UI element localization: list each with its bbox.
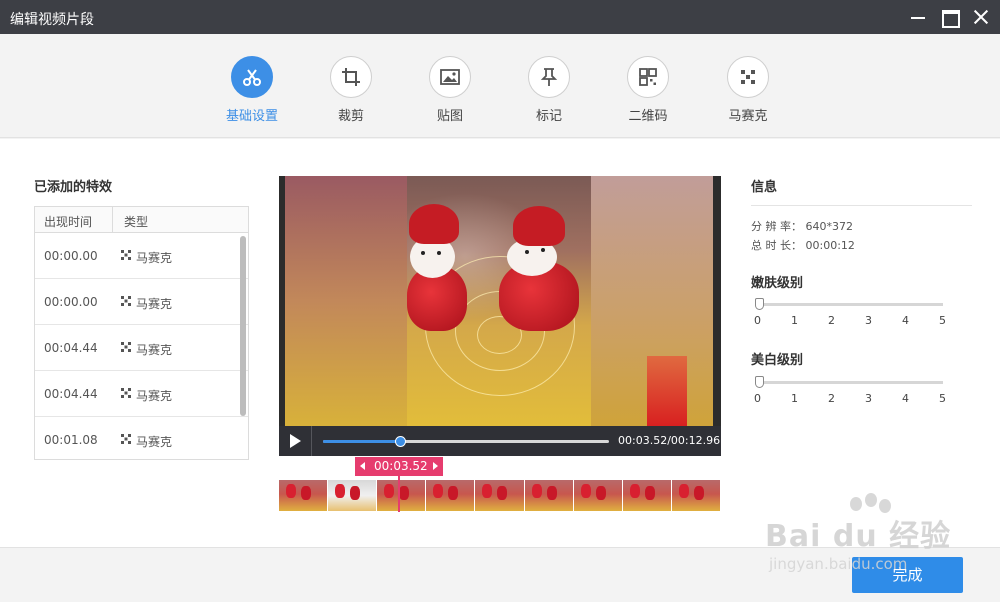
table-row[interactable]: 00:01.08 马赛克 xyxy=(35,417,248,459)
maximize-button[interactable] xyxy=(940,7,960,28)
thumbnail xyxy=(671,480,721,511)
qrcode-icon xyxy=(627,56,669,98)
minimize-button[interactable] xyxy=(908,7,928,27)
tab-qrcode[interactable]: 二维码 xyxy=(608,56,688,124)
window-title: 编辑视频片段 xyxy=(10,12,94,28)
whiten-level-slider[interactable]: 012345 xyxy=(754,376,946,408)
thumbnail xyxy=(377,480,427,511)
play-icon[interactable] xyxy=(290,434,301,448)
column-divider[interactable] xyxy=(112,207,113,233)
progress-handle[interactable] xyxy=(395,436,407,447)
timeline-playhead[interactable] xyxy=(398,476,400,512)
video-frame xyxy=(285,176,713,426)
column-header-type: 类型 xyxy=(124,215,149,229)
tab-label: 标记 xyxy=(535,109,562,124)
timeline-thumbnails[interactable] xyxy=(279,480,721,511)
row-type: 马赛克 xyxy=(136,435,173,449)
duration-value: 00:00:12 xyxy=(805,239,855,252)
progress-fill xyxy=(323,440,401,443)
smooth-level-label: 嫩肤级别 xyxy=(751,276,804,291)
tab-sticker[interactable]: 贴图 xyxy=(410,56,490,124)
table-header: 出现时间 类型 xyxy=(35,207,248,233)
chevron-right-icon[interactable] xyxy=(433,462,438,470)
thumbnail xyxy=(573,480,623,511)
baidu-watermark: Bai du 经验 jingyan.baidu.com xyxy=(765,493,955,577)
mosaic-icon xyxy=(727,56,769,98)
slider-handle[interactable] xyxy=(755,298,764,310)
duration-label: 总 时 长： xyxy=(751,239,802,252)
close-button[interactable] xyxy=(971,7,991,27)
tab-mosaic[interactable]: 马赛克 xyxy=(708,56,788,124)
tab-crop[interactable]: 裁剪 xyxy=(311,56,391,124)
resolution-info: 分 辨 率： 640*372 xyxy=(751,218,853,234)
row-time: 00:04.44 xyxy=(44,341,98,355)
thumbnail xyxy=(279,480,329,511)
main-panel: 已添加的特效 出现时间 类型 00:00.00 马赛克 00:00.00 马赛克… xyxy=(0,139,1000,547)
info-title: 信息 xyxy=(751,180,778,195)
thumbnail xyxy=(622,480,672,511)
slider-ticks: 012345 xyxy=(754,314,946,327)
effects-title: 已添加的特效 xyxy=(34,180,113,195)
row-type: 马赛克 xyxy=(136,389,173,403)
tool-tabs: 基础设置 裁剪 贴图 标记 二维码 马赛克 xyxy=(0,34,1000,138)
scissors-icon xyxy=(231,56,273,98)
tab-label: 裁剪 xyxy=(337,109,364,124)
timeline-marker[interactable]: 00:03.52 xyxy=(355,457,443,476)
mosaic-region-right xyxy=(591,176,713,426)
tab-marker[interactable]: 标记 xyxy=(509,56,589,124)
player-controls: 00:03.52/00:12.96 xyxy=(279,426,721,456)
thumbnail xyxy=(475,480,525,511)
smooth-level-slider[interactable]: 012345 xyxy=(754,298,946,330)
watermark-url: jingyan.baidu.com xyxy=(769,555,908,573)
row-type: 马赛克 xyxy=(136,343,173,357)
pin-icon xyxy=(528,56,570,98)
slider-ticks: 012345 xyxy=(754,392,946,405)
mosaic-icon xyxy=(121,342,131,352)
row-time: 00:00.00 xyxy=(44,295,98,309)
effects-scrollbar[interactable] xyxy=(240,236,246,416)
resolution-label: 分 辨 率： xyxy=(751,220,802,233)
tab-label: 二维码 xyxy=(628,109,668,124)
tab-label: 基础设置 xyxy=(225,109,278,124)
image-icon xyxy=(429,56,471,98)
slider-handle[interactable] xyxy=(755,376,764,388)
tab-label: 马赛克 xyxy=(728,109,768,124)
table-row[interactable]: 00:00.00 马赛克 xyxy=(35,279,248,325)
row-type: 马赛克 xyxy=(136,297,173,311)
column-header-time: 出现时间 xyxy=(44,215,93,229)
progress-bar[interactable] xyxy=(323,436,609,447)
table-row[interactable]: 00:00.00 马赛克 xyxy=(35,233,248,279)
thumbnail xyxy=(426,480,476,511)
row-time: 00:04.44 xyxy=(44,387,98,401)
marker-time: 00:03.52 xyxy=(374,459,428,473)
chevron-left-icon[interactable] xyxy=(360,462,365,470)
time-display: 00:03.52/00:12.96 xyxy=(618,434,721,447)
title-bar: 编辑视频片段 xyxy=(0,0,1000,34)
table-row[interactable]: 00:04.44 马赛克 xyxy=(35,325,248,371)
duration-info: 总 时 长： 00:00:12 xyxy=(751,237,855,253)
watermark-brand: Bai du 经验 xyxy=(765,519,952,554)
tab-label: 贴图 xyxy=(436,109,463,124)
video-preview[interactable] xyxy=(279,176,721,426)
thumbnail xyxy=(328,480,378,511)
mosaic-icon xyxy=(121,250,131,260)
mosaic-region-left xyxy=(285,176,407,426)
mosaic-icon xyxy=(121,388,131,398)
tab-basic-settings[interactable]: 基础设置 xyxy=(212,56,292,124)
thumbnail xyxy=(524,480,574,511)
mosaic-icon xyxy=(121,434,131,444)
row-time: 00:00.00 xyxy=(44,249,98,263)
row-time: 00:01.08 xyxy=(44,433,98,447)
resolution-value: 640*372 xyxy=(805,220,854,233)
mosaic-icon xyxy=(121,296,131,306)
crop-icon xyxy=(330,56,372,98)
table-row[interactable]: 00:04.44 马赛克 xyxy=(35,371,248,417)
effects-table: 出现时间 类型 00:00.00 马赛克 00:00.00 马赛克 00:04.… xyxy=(34,206,249,460)
row-type: 马赛克 xyxy=(136,251,173,265)
whiten-level-label: 美白级别 xyxy=(751,353,804,368)
